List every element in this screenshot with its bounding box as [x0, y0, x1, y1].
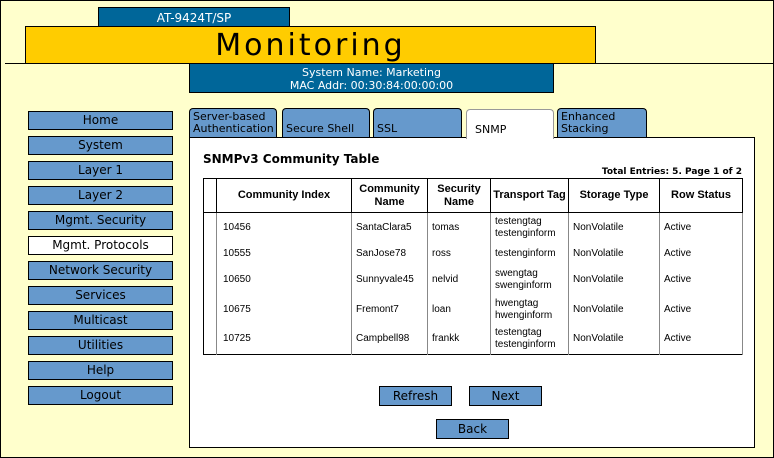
sidebar-item-services[interactable]: Services: [28, 286, 173, 305]
table-cell: NonVolatile: [568, 242, 660, 265]
tab-label: SSL: [377, 122, 398, 135]
table-title: SNMPv3 Community Table: [203, 152, 380, 166]
sidebar-item-help[interactable]: Help: [28, 361, 173, 380]
column-header: Transport Tag: [490, 178, 569, 213]
row-spacer: [203, 324, 217, 355]
table-row: 10456 SantaClara5 tomas testengtag testengi…: [203, 212, 743, 243]
device-model-label: AT-9424T/SP: [98, 7, 290, 27]
row-spacer: [203, 212, 217, 243]
sidebar-item-multicast[interactable]: Multicast: [28, 311, 173, 330]
community-table: Community Index Community Name Security Na…: [203, 178, 743, 355]
table-cell: Active: [659, 212, 743, 243]
total-entries: Total Entries: 5. Page 1 of 2: [601, 167, 742, 177]
tab-stacking[interactable]: Enhanced Stacking: [557, 108, 647, 138]
row-spacer: [203, 264, 217, 295]
table-cell: Sunnyvale45: [351, 264, 428, 295]
sidebar-item-system[interactable]: System: [28, 136, 173, 155]
table-cell: tomas: [427, 212, 491, 243]
table-cell: NonVolatile: [568, 294, 660, 325]
table-cell: testengtag testenginform: [490, 212, 569, 243]
back-button[interactable]: Back: [436, 419, 509, 439]
page-title: Monitoring: [25, 26, 596, 64]
table-cell: frankk: [427, 324, 491, 355]
table-cell: testengtag testenginform: [490, 324, 569, 355]
sidebar-item-layer-2[interactable]: Layer 2: [28, 186, 173, 205]
tab-label: SNMP: [475, 123, 507, 136]
column-header: Security Name: [427, 178, 491, 213]
table-cell: Active: [659, 264, 743, 295]
tab-snmp[interactable]: SNMP: [466, 109, 554, 139]
table-cell: Active: [659, 294, 743, 325]
table-cell: 10555: [216, 242, 352, 265]
table-cell: NonVolatile: [568, 324, 660, 355]
row-spacer: [203, 242, 217, 265]
table-cell: 10456: [216, 212, 352, 243]
table-cell: NonVolatile: [568, 264, 660, 295]
table-cell: Active: [659, 324, 743, 355]
table-cell: Active: [659, 242, 743, 265]
table-row: 10650 Sunnyvale45 nelvid swengtag swenginfo…: [203, 264, 743, 295]
sidebar-item-mgmt-protocols[interactable]: Mgmt. Protocols: [28, 236, 173, 255]
row-spacer: [203, 294, 217, 325]
table-row: 10555 SanJose78 ross testenginform NonVolati…: [203, 242, 743, 265]
sidebar-item-logout[interactable]: Logout: [28, 386, 173, 405]
mac-address: MAC Addr: 00:30:84:00:00:00: [289, 79, 454, 92]
next-button[interactable]: Next: [469, 386, 542, 406]
content-panel: SNMPv3 Community Table Total Entries: 5.…: [189, 137, 755, 448]
table-cell: testenginform: [490, 242, 569, 265]
table-cell: NonVolatile: [568, 212, 660, 243]
tab-label: Secure Shell: [286, 122, 355, 135]
tab-label: Stacking: [561, 122, 609, 135]
sidebar-item-layer-1[interactable]: Layer 1: [28, 161, 173, 180]
tab-label: Authentication: [193, 122, 274, 135]
table-cell: ross: [427, 242, 491, 265]
table-cell: Campbell98: [351, 324, 428, 355]
sidebar-item-home[interactable]: Home: [28, 111, 173, 130]
column-header: Row Status: [659, 178, 743, 213]
system-info: System Name: Marketing MAC Addr: 00:30:8…: [189, 64, 554, 93]
system-name: System Name: Marketing: [302, 66, 441, 79]
tab-secure-shell[interactable]: Secure Shell: [282, 108, 370, 138]
table-cell: 10650: [216, 264, 352, 295]
sidebar-item-network-security[interactable]: Network Security: [28, 261, 173, 280]
table-cell: hwengtag hwenginform: [490, 294, 569, 325]
tab-authentication[interactable]: Server-based Authentication: [189, 108, 277, 138]
column-header: Community Name: [351, 178, 428, 213]
table-cell: swengtag swenginform: [490, 264, 569, 295]
sidebar-item-mgmt-security[interactable]: Mgmt. Security: [28, 211, 173, 230]
table-cell: SanJose78: [351, 242, 428, 265]
table-cell: Fremont7: [351, 294, 428, 325]
refresh-button[interactable]: Refresh: [379, 386, 452, 406]
table-cell: SantaClara5: [351, 212, 428, 243]
table-cell: 10675: [216, 294, 352, 325]
table-row: 10675 Fremont7 loan hwengtag hwenginform Non…: [203, 294, 743, 325]
table-row: 10725 Campbell98 frankk testengtag testengi…: [203, 324, 743, 355]
column-header: Community Index: [216, 178, 352, 213]
column-spacer: [203, 178, 217, 213]
sidebar-item-utilities[interactable]: Utilities: [28, 336, 173, 355]
table-cell: 10725: [216, 324, 352, 355]
column-header: Storage Type: [568, 178, 660, 213]
table-cell: loan: [427, 294, 491, 325]
tab-ssl[interactable]: SSL: [373, 108, 462, 138]
table-cell: nelvid: [427, 264, 491, 295]
